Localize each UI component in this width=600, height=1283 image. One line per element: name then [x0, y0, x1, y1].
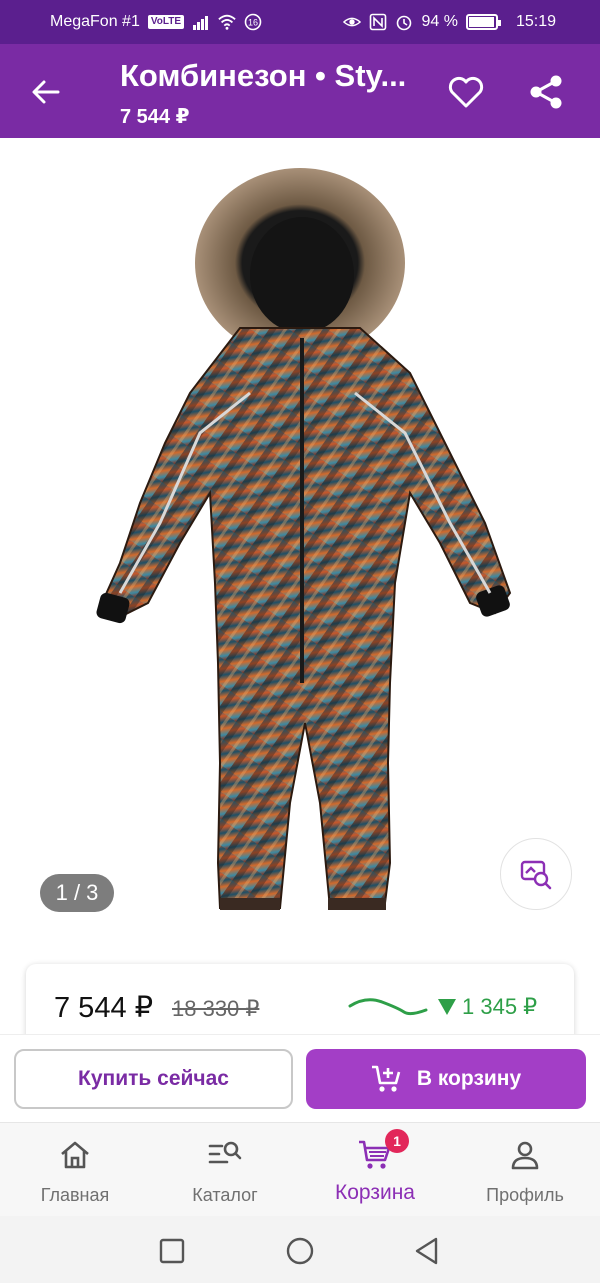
add-to-cart-icon [371, 1065, 401, 1092]
battery-percent: 94 % [421, 13, 458, 30]
back-arrow-icon[interactable] [28, 74, 64, 110]
price-drop: 1 345 ₽ [438, 994, 537, 1020]
share-icon[interactable] [526, 72, 566, 112]
price-trend-icon[interactable] [348, 992, 428, 1022]
eye-icon [343, 17, 362, 27]
arrow-down-icon [438, 999, 456, 1015]
status-right: 94 % 15:19 [343, 13, 556, 31]
status-bar: MegaFon #1 VoLTE 16 94 % 15:19 [0, 0, 600, 44]
add-to-cart-label: В корзину [416, 1067, 522, 1090]
status-left: MegaFon #1 VoLTE 16 [50, 13, 262, 31]
home-system-icon[interactable] [285, 1236, 315, 1266]
header-price: 7 544 ₽ [120, 106, 190, 128]
clock: 15:19 [515, 13, 556, 30]
battery-icon [465, 14, 501, 30]
heart-icon[interactable] [446, 72, 486, 112]
data-saver-icon: 16 [244, 13, 262, 31]
image-counter: 1 / 3 [40, 874, 114, 912]
nfc-icon [370, 13, 387, 31]
visual-search-button[interactable] [500, 838, 572, 910]
nav-item-home[interactable]: Главная [0, 1123, 150, 1217]
old-price: 18 330 ₽ [172, 996, 260, 1021]
recents-icon[interactable] [157, 1236, 187, 1266]
current-price: 7 544 ₽ [54, 992, 154, 1024]
product-gallery[interactable]: 1 / 3 [0, 138, 600, 938]
svg-text:16: 16 [248, 18, 258, 28]
action-bar: Купить сейчас В корзину [0, 1034, 600, 1122]
catalog-search-icon [208, 1141, 242, 1164]
system-nav-bar [0, 1216, 600, 1283]
home-icon [61, 1141, 89, 1169]
buy-now-button[interactable]: Купить сейчас [14, 1049, 293, 1109]
nav-item-catalog[interactable]: Каталог [150, 1123, 300, 1217]
carrier-label: MegaFon #1 [50, 13, 140, 30]
alarm-icon [397, 15, 412, 31]
bottom-nav: Главная Каталог 1 Корзина Профиль [0, 1122, 600, 1216]
nav-label-home: Главная [40, 1185, 110, 1205]
nav-label-cart: Корзина [335, 1181, 415, 1204]
cart-count-badge: 1 [385, 1129, 409, 1153]
nav-item-cart[interactable]: 1 Корзина [300, 1123, 450, 1217]
nav-item-profile[interactable]: Профиль [450, 1123, 600, 1217]
nav-label-catalog: Каталог [192, 1185, 258, 1205]
nav-label-profile: Профиль [486, 1185, 564, 1205]
cart-icon-wrap: 1 [357, 1129, 409, 1173]
back-system-icon[interactable] [412, 1236, 442, 1266]
add-to-cart-button[interactable]: В корзину [306, 1049, 586, 1109]
app-header: Комбинезон • Sty... 7 544 ₽ [0, 44, 600, 138]
buy-now-label: Купить сейчас [78, 1067, 229, 1090]
price-drop-value: 1 345 ₽ [462, 994, 538, 1019]
product-image [96, 168, 512, 910]
visual-search-icon [520, 860, 552, 890]
profile-icon [511, 1141, 539, 1170]
volte-badge: VoLTE [147, 15, 185, 29]
page-title: Комбинезон • Sty... [120, 58, 407, 93]
signal-icon [193, 16, 209, 30]
wifi-icon [218, 14, 236, 30]
